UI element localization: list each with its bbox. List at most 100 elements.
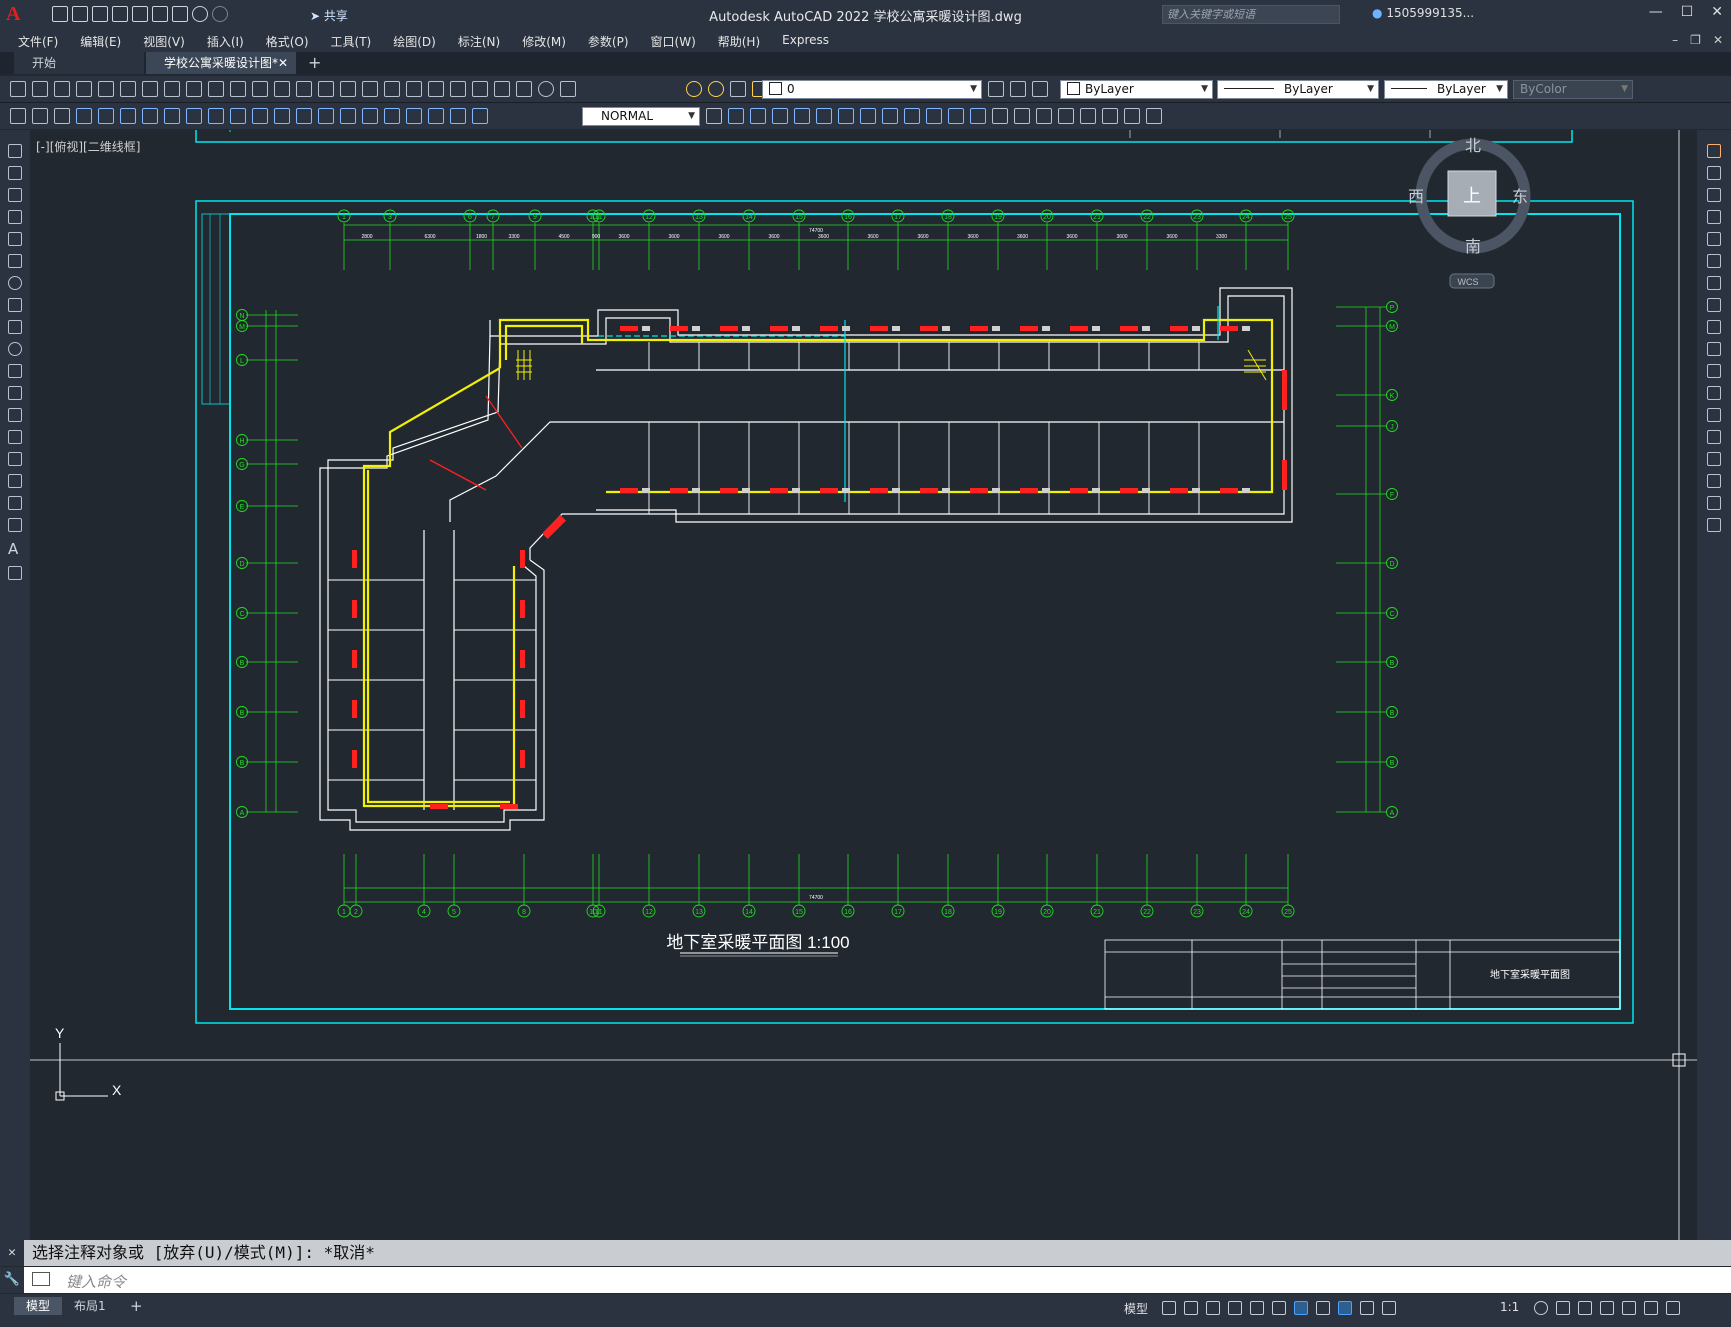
object-snap-tracking-icon[interactable] <box>1272 1301 1286 1315</box>
center-mark-icon[interactable] <box>384 108 400 124</box>
color-dropdown[interactable]: ByLayer ▼ <box>1060 80 1213 99</box>
pan-icon[interactable] <box>318 81 334 97</box>
annotation-scale-icon[interactable] <box>1382 1301 1396 1315</box>
publish-icon[interactable] <box>132 6 148 22</box>
doc-close-icon[interactable]: ✕ <box>1713 33 1723 47</box>
redo-icon[interactable] <box>212 6 228 22</box>
viewcube[interactable]: 上 北 南 东 西 WCS <box>1408 137 1531 289</box>
plot-preview-icon[interactable] <box>172 6 188 22</box>
array-icon[interactable] <box>1707 232 1721 246</box>
hardware-acceleration-icon[interactable] <box>1622 1301 1636 1315</box>
offset-icon[interactable] <box>1707 210 1721 224</box>
jogged-dim-icon[interactable] <box>186 108 202 124</box>
object-snap-icon[interactable] <box>1294 1301 1308 1315</box>
ortho-icon[interactable] <box>1206 1301 1220 1315</box>
line-icon[interactable] <box>8 144 22 158</box>
zoom-window-icon[interactable] <box>362 81 378 97</box>
save-icon[interactable] <box>54 81 70 97</box>
stretch-icon[interactable] <box>794 108 810 124</box>
plot-icon[interactable] <box>152 6 168 22</box>
stretch-icon[interactable] <box>1707 320 1721 334</box>
menu-format[interactable]: 格式(O) <box>266 33 309 50</box>
auto-scale-icon[interactable] <box>1360 1301 1374 1315</box>
annotation-visibility-icon[interactable] <box>1338 1301 1352 1315</box>
scale-icon[interactable] <box>1707 298 1721 312</box>
polyline-icon[interactable] <box>8 188 22 202</box>
menu-window[interactable]: 窗口(W) <box>651 33 696 50</box>
annotation-monitor-icon[interactable] <box>1556 1301 1570 1315</box>
undo-icon[interactable] <box>274 81 290 97</box>
mirror-icon[interactable] <box>1707 188 1721 202</box>
viewcube-west[interactable]: 西 <box>1408 189 1424 206</box>
angular-dim-icon[interactable] <box>230 108 246 124</box>
linear-dim-icon[interactable] <box>76 108 92 124</box>
rotate-icon[interactable] <box>860 108 876 124</box>
qnew-icon[interactable] <box>10 81 26 97</box>
viewcube-north[interactable]: 北 <box>1465 137 1481 155</box>
undo-icon[interactable] <box>192 6 208 22</box>
tool-palettes-icon[interactable] <box>450 81 466 97</box>
move-icon[interactable] <box>1707 254 1721 268</box>
new-file-icon[interactable] <box>52 6 68 22</box>
baseline-dim-icon[interactable] <box>274 108 290 124</box>
hatch-icon[interactable] <box>8 452 22 466</box>
mtext-icon[interactable]: A <box>8 540 22 558</box>
layer-vp-freeze-icon[interactable] <box>730 81 746 97</box>
menu-insert[interactable]: 插入(I) <box>207 33 244 50</box>
draworder-front-icon[interactable] <box>728 108 744 124</box>
copy-icon[interactable] <box>186 81 202 97</box>
markup-icon[interactable] <box>494 81 510 97</box>
add-selected-icon[interactable] <box>8 566 22 580</box>
tab-drawing[interactable]: 学校公寓采暖设计图* ✕ <box>146 52 296 74</box>
table-icon[interactable] <box>8 518 22 532</box>
menu-view[interactable]: 视图(V) <box>143 33 185 50</box>
inspect-icon[interactable] <box>406 108 422 124</box>
tab-start[interactable]: 开始 <box>14 52 144 74</box>
break-icon[interactable] <box>1707 408 1721 422</box>
paste-icon[interactable] <box>208 81 224 97</box>
layer-previous-icon[interactable] <box>1010 81 1026 97</box>
scale-icon[interactable] <box>882 108 898 124</box>
minimize-icon[interactable]: — <box>1649 4 1663 20</box>
ellipse-arc-icon[interactable] <box>8 364 22 378</box>
aligned-dim-icon[interactable] <box>98 108 114 124</box>
menu-tools[interactable]: 工具(T) <box>331 33 372 50</box>
text-edit-icon[interactable] <box>10 108 26 124</box>
dim-style-dropdown[interactable]: NORMAL ▼ <box>582 107 700 126</box>
drawing-canvas[interactable]: 1 3 6 7 9 10 11 12 13 14 15 16 17 18 19 20 21 22 23 24 25 280… <box>30 130 1697 1240</box>
join-icon[interactable] <box>1036 108 1052 124</box>
explode-icon[interactable] <box>1707 518 1721 532</box>
plot-icon[interactable] <box>76 81 92 97</box>
isolate-objects-icon[interactable] <box>1600 1301 1614 1315</box>
move-icon[interactable] <box>816 108 832 124</box>
erase-icon[interactable] <box>1707 144 1721 158</box>
share-button[interactable]: ➤ 共享 <box>310 7 348 24</box>
blend-curves-icon[interactable] <box>1707 496 1721 510</box>
tab-close-icon[interactable]: ✕ <box>278 52 288 74</box>
zoom-realtime-icon[interactable] <box>340 81 356 97</box>
3dprint-icon[interactable] <box>142 81 158 97</box>
close-icon[interactable]: ✕ <box>1711 4 1723 20</box>
layer-thaw-icon[interactable] <box>708 81 724 97</box>
break-at-point-icon[interactable] <box>1707 386 1721 400</box>
mirror-icon[interactable] <box>904 108 920 124</box>
offset-icon[interactable] <box>926 108 942 124</box>
ordinate-dim-icon[interactable] <box>142 108 158 124</box>
point-icon[interactable] <box>8 430 22 444</box>
annotation-scale-value[interactable]: 1:1 <box>1500 1300 1519 1314</box>
break-icon[interactable] <box>1014 108 1030 124</box>
command-close-icon[interactable]: ✕ <box>0 1240 24 1266</box>
menu-parametric[interactable]: 参数(P) <box>588 33 629 50</box>
layer-properties-icon[interactable] <box>560 81 576 97</box>
model-space-toggle[interactable]: 模型 <box>1124 1300 1148 1317</box>
extend-icon[interactable] <box>1707 364 1721 378</box>
copy-icon[interactable] <box>1707 166 1721 180</box>
snap-icon[interactable] <box>1184 1301 1198 1315</box>
maximize-icon[interactable]: ☐ <box>1681 4 1694 20</box>
arc-length-icon[interactable] <box>120 108 136 124</box>
dim-override-icon[interactable] <box>706 108 722 124</box>
help-search-input[interactable]: 键入关键字或短语 <box>1162 5 1340 24</box>
recent-commands-icon[interactable] <box>32 1272 50 1286</box>
rectangle-icon[interactable] <box>8 232 22 246</box>
help-icon[interactable] <box>538 81 554 97</box>
